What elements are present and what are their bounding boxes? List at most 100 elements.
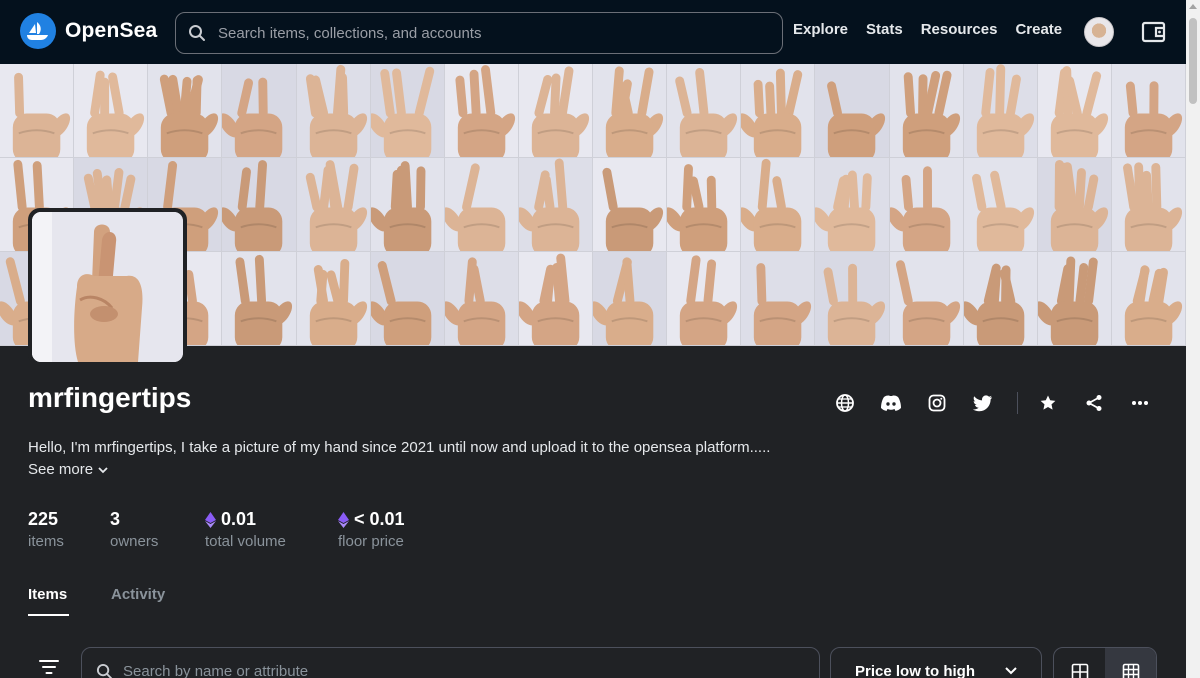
banner-hand-photo — [1111, 158, 1186, 252]
banner-hand-photo — [815, 252, 890, 346]
chevron-down-icon — [1005, 667, 1017, 675]
wallet-icon[interactable] — [1140, 18, 1168, 46]
nav-link-stats[interactable]: Stats — [866, 21, 903, 38]
profile-avatar[interactable] — [1084, 17, 1114, 47]
banner-hand-photo — [741, 252, 816, 346]
collection-title: mrfingertips — [28, 382, 192, 413]
tab-items-underline — [28, 614, 69, 616]
banner-hand-photo — [518, 64, 593, 158]
nav-link-create[interactable]: Create — [1015, 21, 1062, 38]
opensea-logo[interactable]: OpenSea — [20, 13, 157, 49]
scrollbar-thumb[interactable] — [1189, 18, 1197, 104]
stat-total-volume: 0.01 total volume — [205, 509, 286, 550]
nav-link-explore[interactable]: Explore — [793, 21, 848, 38]
banner-hand-photo — [444, 64, 519, 158]
banner-hand-photo — [0, 64, 75, 158]
stat-items-value: 225 — [28, 509, 59, 529]
stat-owners: 3 owners — [110, 509, 158, 550]
banner-hand-photo — [370, 252, 445, 346]
collection-description: Hello, I'm mrfingertips, I take a pictur… — [28, 439, 771, 456]
stat-owners-value: 3 — [110, 509, 121, 529]
stat-total-volume-label: total volume — [205, 533, 286, 550]
banner-hand-photo — [889, 158, 964, 252]
banner-hand-photo — [74, 64, 149, 158]
banner-hand-photo — [222, 64, 297, 158]
banner-hand-photo — [593, 64, 668, 158]
collection-avatar — [28, 208, 187, 366]
small-grid-view-button[interactable] — [1105, 648, 1156, 678]
stat-owners-label: owners — [110, 533, 159, 550]
banner-hand-photo — [667, 252, 742, 346]
banner-hand-photo — [963, 64, 1038, 158]
banner-hand-photo — [593, 158, 668, 252]
opensea-logo-icon — [20, 13, 56, 49]
scroll-up-arrow-icon[interactable] — [1189, 4, 1197, 9]
stat-floor-price-label: floor price — [338, 533, 404, 550]
banner-hand-photo — [296, 252, 371, 346]
banner-hand-photo — [963, 252, 1038, 346]
page-scrollbar[interactable] — [1186, 0, 1200, 678]
ethereum-icon — [338, 511, 349, 528]
globe-icon[interactable] — [833, 391, 857, 415]
banner-hand-photo — [222, 252, 297, 346]
banner-hand-photo — [889, 252, 964, 346]
banner-hand-photo — [148, 64, 223, 158]
banner-hand-photo — [296, 158, 371, 252]
banner-hand-photo — [889, 64, 964, 158]
item-search-input[interactable] — [123, 662, 803, 678]
item-search[interactable] — [81, 647, 820, 678]
banner-hand-photo — [1111, 64, 1186, 158]
banner-hand-photo — [1111, 252, 1186, 346]
instagram-icon[interactable] — [925, 391, 949, 415]
stat-total-volume-value: 0.01 — [221, 509, 257, 529]
more-icon[interactable] — [1128, 391, 1152, 415]
top-navbar: OpenSea Explore Stats Resources Create — [0, 0, 1186, 64]
chevron-down-icon — [98, 466, 108, 473]
sort-dropdown[interactable]: Price low to high — [830, 647, 1042, 678]
banner-hand-photo — [1037, 252, 1112, 346]
global-search[interactable] — [175, 12, 783, 54]
stat-items-label: items — [28, 533, 64, 550]
stat-floor-price-value: < 0.01 — [354, 509, 405, 529]
banner-hand-photo — [444, 252, 519, 346]
filter-icon[interactable] — [39, 658, 59, 676]
share-icon[interactable] — [1082, 391, 1106, 415]
search-icon — [189, 25, 205, 41]
tab-items[interactable]: Items — [28, 586, 67, 603]
banner-hand-photo — [444, 158, 519, 252]
banner-hand-photo — [963, 158, 1038, 252]
logo-text: OpenSea — [65, 19, 158, 42]
banner-hand-photo — [815, 158, 890, 252]
global-search-input[interactable] — [218, 24, 758, 42]
banner-hand-photo — [1037, 64, 1112, 158]
nav-links: Explore Stats Resources Create — [793, 21, 1080, 38]
large-grid-view-button[interactable] — [1054, 648, 1105, 678]
twitter-icon[interactable] — [971, 391, 995, 415]
banner-hand-photo — [370, 64, 445, 158]
tab-activity[interactable]: Activity — [111, 586, 165, 603]
large-grid-icon — [1071, 663, 1088, 678]
collection-actions — [833, 391, 1174, 415]
banner-hand-photo — [667, 158, 742, 252]
see-more-link[interactable]: See more — [28, 461, 109, 478]
view-mode-toggle — [1053, 647, 1157, 678]
actions-divider — [1017, 392, 1018, 414]
stat-items: 225 items — [28, 509, 64, 550]
discord-icon[interactable] — [879, 391, 903, 415]
nav-link-resources[interactable]: Resources — [921, 21, 998, 38]
sort-dropdown-label: Price low to high — [855, 662, 976, 678]
small-grid-icon — [1122, 663, 1139, 678]
banner-hand-photo — [370, 158, 445, 252]
crossed-fingers-hand-image — [32, 212, 183, 362]
banner-hand-photo — [667, 64, 742, 158]
banner-hand-photo — [741, 64, 816, 158]
star-icon[interactable] — [1036, 391, 1060, 415]
banner-hand-photo — [593, 252, 668, 346]
banner-hand-photo — [222, 158, 297, 252]
ethereum-icon — [205, 511, 216, 528]
banner-hand-photo — [741, 158, 816, 252]
see-more-label: See more — [28, 461, 94, 478]
banner-hand-photo — [518, 158, 593, 252]
banner-hand-photo — [1037, 158, 1112, 252]
stat-floor-price: < 0.01 floor price — [338, 509, 405, 550]
